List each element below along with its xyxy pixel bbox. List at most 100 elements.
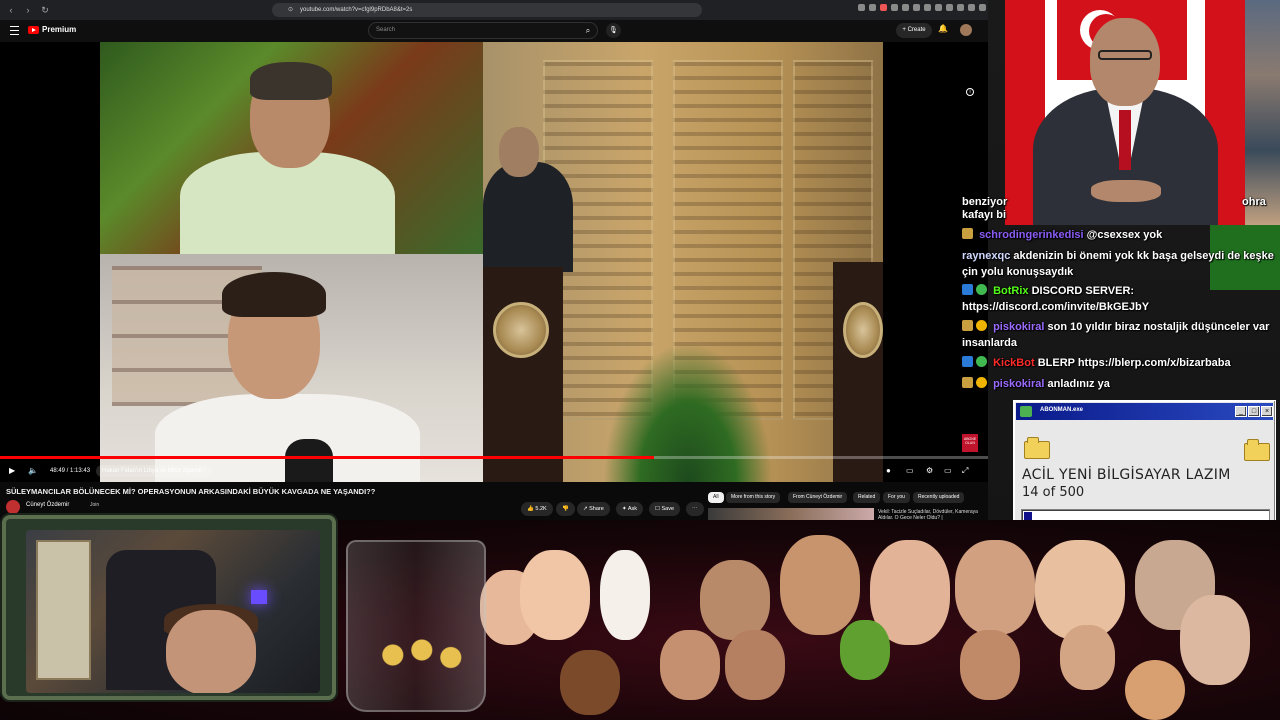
extension-icon[interactable]	[869, 4, 876, 11]
extension-icon[interactable]	[891, 4, 898, 11]
subtitles-icon[interactable]: ▭	[906, 466, 914, 475]
chat-message: kafayı bi	[962, 209, 1007, 221]
folder-icon	[1024, 437, 1050, 459]
play-icon[interactable]: ▶	[9, 466, 15, 475]
video-player[interactable]: i ABONE OLUN ▶ 🔈 48:49 / 1:13:43 Hakan F…	[0, 42, 988, 482]
chat-message: schrodingerinkedisi @csexsex yok	[962, 227, 1280, 243]
streamer-face	[166, 610, 256, 693]
collage-face	[725, 630, 785, 700]
extension-icon[interactable]	[913, 4, 920, 11]
autoplay-toggle-icon[interactable]: ●	[886, 466, 891, 475]
create-button[interactable]: + Create	[896, 23, 932, 38]
search-input[interactable]: Search	[368, 22, 598, 39]
dislike-button[interactable]: 👎	[556, 502, 575, 516]
bot-badge-icon	[962, 284, 973, 295]
maximize-button[interactable]: □	[1248, 406, 1260, 417]
minimize-button[interactable]: _	[1235, 406, 1247, 417]
collage-face	[955, 540, 1035, 635]
avatar[interactable]	[960, 24, 972, 36]
extension-icon[interactable]	[935, 4, 942, 11]
channel-avatar[interactable]	[6, 500, 20, 514]
plant	[603, 342, 773, 482]
extension-icon[interactable]	[957, 4, 964, 11]
progress-bar[interactable]	[0, 456, 988, 459]
chip-for-you[interactable]: For you	[883, 492, 910, 503]
extension-icon[interactable]	[902, 4, 909, 11]
collage-face	[660, 630, 720, 700]
search-icon[interactable]: ⌕	[580, 23, 596, 38]
window-title: ABONMAN.exe	[1040, 407, 1084, 413]
host-hair	[250, 62, 332, 100]
goal-count: 14 of 500	[1022, 485, 1085, 500]
extension-icon[interactable]	[979, 4, 986, 11]
extension-icon[interactable]	[946, 4, 953, 11]
join-button[interactable]: Join	[90, 502, 99, 508]
chat-username[interactable]: schrodingerinkedisi	[979, 229, 1084, 241]
volume-icon[interactable]: 🔈	[28, 466, 38, 475]
collage-face	[600, 550, 650, 640]
chat-message: BotRix DISCORD SERVER: https://discord.c…	[962, 283, 1280, 315]
collage-face	[840, 620, 890, 680]
chip-related[interactable]: Related	[853, 492, 881, 503]
window-titlebar: ABONMAN.exe _ □ ×	[1016, 403, 1273, 420]
back-icon[interactable]: ‹	[5, 4, 17, 16]
rgb-light	[251, 590, 267, 604]
like-button[interactable]: 👍 5.2K	[521, 502, 553, 516]
chip-all[interactable]: All	[708, 492, 724, 503]
chat-username[interactable]: BotRix	[993, 285, 1028, 297]
share-button[interactable]: ↗ Share	[577, 502, 610, 516]
podium	[483, 267, 563, 482]
bot-badge-icon	[962, 356, 973, 367]
address-bar[interactable]: ⊙ youtube.com/watch?v=cfgl9pRDbA8&t=2s	[272, 3, 702, 17]
donation-jar	[346, 540, 486, 712]
site-info-icon[interactable]: ⊙	[288, 3, 293, 17]
more-actions-icon[interactable]: ⋯	[686, 502, 704, 516]
channel-name[interactable]: Cüneyt Özdemir	[26, 502, 69, 508]
user-badge-icon	[962, 320, 973, 331]
podium	[833, 262, 883, 482]
chat-text: BLERP https://blerp.com/x/bizarbaba	[1037, 357, 1231, 369]
time-display: 48:49 / 1:13:43	[50, 468, 91, 474]
face	[1090, 18, 1160, 106]
ask-button[interactable]: ✦ Ask	[616, 502, 644, 516]
close-button[interactable]: ×	[1261, 406, 1273, 417]
reload-icon[interactable]: ↻	[39, 4, 51, 16]
info-icon[interactable]: i	[966, 88, 974, 96]
tie	[1119, 110, 1131, 170]
background-art	[1245, 0, 1280, 225]
fullscreen-icon[interactable]: ⤢	[962, 466, 968, 476]
settings-icon[interactable]: ⚙	[926, 466, 933, 475]
chapter-label[interactable]: Hakan Fidan'ın Libya ve Mısır ziyareti ›	[96, 465, 212, 477]
save-button[interactable]: ☐ Save	[649, 502, 681, 516]
subscriber-goal-window: ABONMAN.exe _ □ × ACİL YENİ BİLGİSAYAR L…	[1013, 400, 1276, 528]
chat-username[interactable]: KickBot	[993, 357, 1035, 369]
chat-username[interactable]: piskokiral	[993, 378, 1044, 390]
menu-icon[interactable]	[10, 26, 19, 35]
collage-face	[960, 630, 1020, 700]
extension-icon[interactable]	[858, 4, 865, 11]
collage-face	[1060, 625, 1115, 690]
microphone-icon[interactable]: 🎙	[606, 23, 621, 38]
extension-icon[interactable]	[880, 4, 887, 11]
sub-badge-icon	[976, 377, 987, 388]
chip-recently-uploaded[interactable]: Recently uploaded	[913, 492, 965, 503]
speaker-figure	[483, 162, 573, 272]
chip-from-channel[interactable]: From Cüneyt Özdemir	[788, 492, 848, 503]
youtube-logo[interactable]: Premium	[28, 25, 76, 34]
youtube-play-icon	[28, 25, 39, 34]
screen: ‹ › ↻ ⊙ youtube.com/watch?v=cfgl9pRDbA8&…	[0, 0, 1280, 720]
folder-icon	[1244, 439, 1270, 461]
chat-username[interactable]: raynexqc	[962, 250, 1010, 262]
extension-icon[interactable]	[924, 4, 931, 11]
collage-face	[520, 550, 590, 640]
streamer-webcam	[26, 530, 320, 693]
user-badge-icon	[962, 377, 973, 388]
notifications-icon[interactable]: 🔔	[938, 24, 948, 33]
forward-icon[interactable]: ›	[22, 4, 34, 16]
chip-more-from-story[interactable]: More from this story	[726, 492, 781, 503]
chat-username[interactable]: piskokiral	[993, 321, 1044, 333]
collage-face	[780, 535, 860, 635]
collage-face	[1180, 595, 1250, 685]
theater-mode-icon[interactable]: ▭	[944, 466, 952, 475]
extension-icon[interactable]	[968, 4, 975, 11]
